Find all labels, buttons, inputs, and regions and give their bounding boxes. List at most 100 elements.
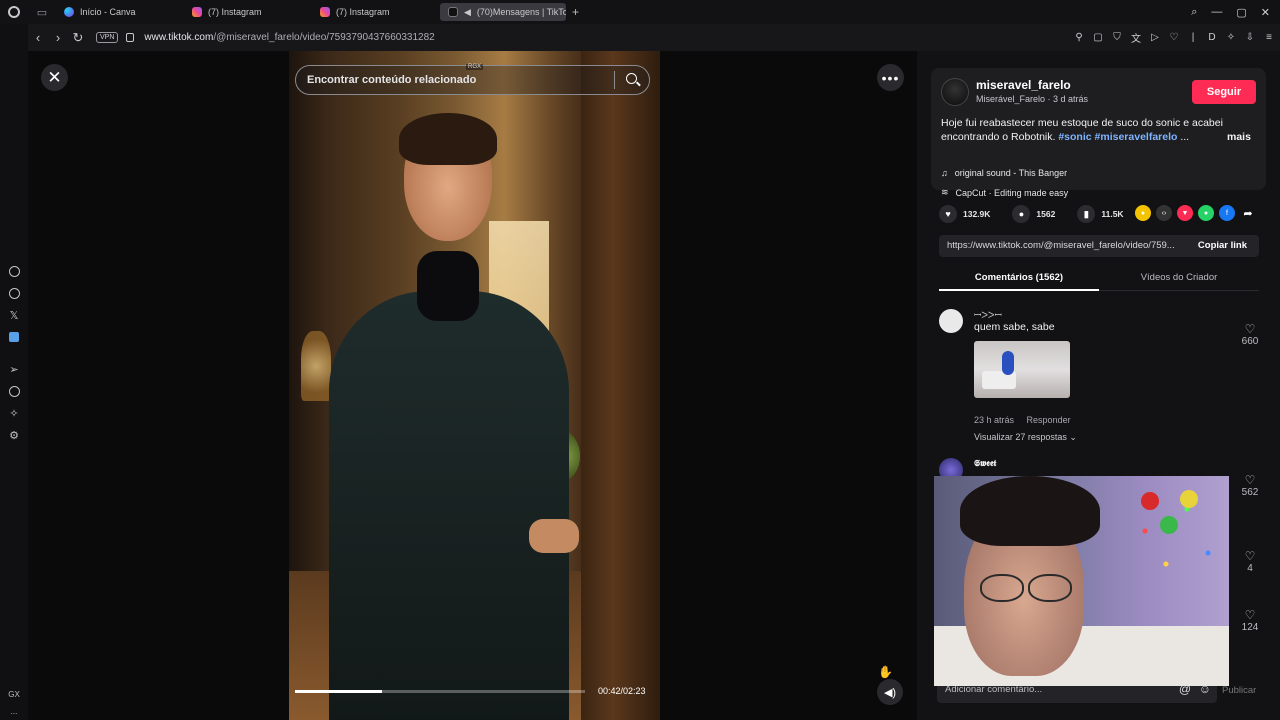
progress-bar[interactable]	[295, 690, 585, 693]
workspaces-icon[interactable]: ▭	[28, 0, 56, 24]
comment-like-count: 660	[1241, 336, 1259, 347]
video-link[interactable]: https://www.tiktok.com/@miseravel_farelo…	[947, 240, 1187, 251]
tab-canva[interactable]: Início - Canva	[56, 3, 184, 21]
tab-tiktok[interactable]: ◀ (70)Mensagens | TikTo	[440, 3, 566, 21]
video-player[interactable]	[289, 51, 660, 720]
opera-logo-icon[interactable]	[0, 0, 28, 24]
sound-row[interactable]: ♫ original sound - This Banger	[941, 168, 1067, 178]
app-icon[interactable]	[0, 326, 28, 348]
vpn-badge[interactable]: VPN	[96, 32, 119, 43]
coin-icon[interactable]: ●	[1135, 205, 1151, 221]
bookmark-icon[interactable]: ▮	[1077, 205, 1096, 223]
download-icon[interactable]: ⇩	[1245, 32, 1255, 43]
sidebar-more-icon[interactable]: ...	[11, 707, 18, 716]
whatsapp-icon[interactable]	[0, 282, 28, 304]
view-replies-button[interactable]: Visualizar 27 respostas ⌄	[974, 432, 1077, 443]
close-video-button[interactable]: ✕	[41, 64, 68, 91]
heart-outline-icon[interactable]: ♡	[1239, 473, 1261, 487]
search-tabs-icon[interactable]: ⌕	[1191, 6, 1197, 19]
heart-outline-icon[interactable]: ♡	[1239, 608, 1261, 622]
send-pink-icon[interactable]: ▼	[1177, 205, 1193, 221]
tab-instagram-1[interactable]: (7) Instagram	[184, 3, 312, 21]
minimize-button[interactable]: —	[1211, 6, 1222, 18]
share-arrow-icon[interactable]: ➦	[1240, 205, 1256, 221]
more-options-button[interactable]: •••	[877, 64, 904, 91]
hashtag-sonic[interactable]: #sonic	[1058, 131, 1091, 143]
shield-icon[interactable]: ⛉	[1112, 32, 1122, 43]
back-icon[interactable]: ‹	[28, 30, 48, 45]
screen: ▭ Início - Canva (7) Instagram (7) Insta…	[0, 0, 1280, 720]
heart-outline-icon[interactable]: ♡	[1239, 322, 1261, 336]
follow-button[interactable]: Seguir	[1192, 80, 1256, 104]
comment-like-count: 4	[1247, 563, 1253, 574]
extensions-icon[interactable]: ✧	[0, 402, 28, 424]
chatgpt-icon[interactable]	[0, 260, 28, 282]
search-icon[interactable]	[626, 73, 637, 84]
capcut-row[interactable]: ≋ CapCut · Editing made easy	[941, 187, 1068, 198]
gx-label[interactable]: GX	[8, 690, 20, 699]
url-field[interactable]: www.tiktok.com/@miseravel_farelo/video/7…	[144, 32, 434, 43]
man-neck	[417, 251, 479, 321]
new-tab-button[interactable]: +	[566, 5, 585, 19]
maximize-button[interactable]: ▢	[1236, 6, 1246, 19]
heart-icon[interactable]: ♡	[1169, 32, 1179, 43]
like-heart-icon[interactable]: ♥	[939, 205, 957, 223]
embed-icon[interactable]: ‹›	[1156, 205, 1172, 221]
d-extension-icon[interactable]: D	[1207, 32, 1217, 43]
translate-icon[interactable]: 文	[1131, 33, 1141, 45]
forward-icon[interactable]: ›	[48, 30, 68, 45]
x-icon[interactable]: 𝕏	[0, 304, 28, 326]
comment-author[interactable]: 𝕾𝖜𝖊𝖊𝖙	[974, 458, 996, 469]
settings-icon[interactable]: ⚙	[0, 424, 28, 446]
related-search-box[interactable]: Encontrar conteúdo relacionado RGX	[295, 64, 650, 95]
comment-like[interactable]: ♡ 124	[1239, 608, 1261, 633]
heart-outline-icon[interactable]: ♡	[1239, 549, 1261, 563]
video-stage: ✕ ••• Encontrar conteúdo relacionado RGX…	[28, 51, 917, 720]
avatar[interactable]	[941, 78, 969, 106]
comment-icon[interactable]: ●	[1012, 205, 1031, 223]
whatsapp-share-icon[interactable]: ●	[1198, 205, 1214, 221]
tiktok-icon	[448, 7, 458, 17]
publish-button[interactable]: Publicar	[1222, 685, 1256, 696]
divider-icon: |	[1191, 32, 1195, 43]
panel-tabs: Comentários (1562) Vídeos do Criador	[939, 267, 1259, 291]
username[interactable]: miseravel_farelo	[976, 78, 1071, 92]
lock-icon[interactable]	[126, 33, 135, 42]
tab-instagram-2[interactable]: (7) Instagram	[312, 3, 440, 21]
comment-image[interactable]	[974, 341, 1070, 398]
link-box: https://www.tiktok.com/@miseravel_farelo…	[939, 235, 1259, 257]
lamp	[301, 331, 331, 401]
more-link[interactable]: mais	[1227, 130, 1251, 144]
speaker-icon[interactable]: ◀	[464, 7, 471, 18]
send-icon[interactable]: ➢	[0, 358, 28, 380]
comment-like[interactable]: ♡ 660	[1239, 322, 1261, 347]
tab-label: (70)Mensagens | TikTo	[476, 7, 566, 17]
play-icon[interactable]: ▷	[1150, 32, 1160, 43]
tab-comments[interactable]: Comentários (1562)	[939, 272, 1099, 283]
comment-author[interactable]: ꟷᐳᐳꟷ	[974, 308, 1002, 321]
reply-button[interactable]: Responder	[1027, 415, 1071, 425]
webcam-overlay	[934, 476, 1229, 686]
comment-like[interactable]: ♡ 562	[1239, 473, 1261, 498]
reload-icon[interactable]: ↻	[68, 30, 88, 46]
hashtag-miseravelfarelo[interactable]: #miseravelfarelo	[1095, 131, 1178, 143]
instagram-icon	[320, 7, 330, 17]
snapshot-icon[interactable]: ▢	[1093, 32, 1103, 43]
window-controls: ⌕ — ▢ ✕	[1191, 0, 1280, 24]
copy-link-button[interactable]: Copiar link	[1198, 240, 1247, 251]
tab-underline	[939, 289, 1099, 291]
facebook-icon[interactable]: f	[1219, 205, 1235, 221]
menu-icon[interactable]: ≡	[1264, 32, 1274, 43]
history-icon[interactable]	[0, 380, 28, 402]
save-count: 11.5K	[1101, 209, 1124, 219]
close-window-button[interactable]: ✕	[1261, 6, 1270, 19]
mouse-cursor-icon: ✋	[878, 665, 893, 679]
comment-avatar[interactable]	[939, 309, 963, 333]
posted-time: 3 d atrás	[1053, 94, 1089, 104]
pin-icon[interactable]: ⚲	[1074, 32, 1084, 43]
comment-like[interactable]: ♡ 4	[1239, 549, 1261, 574]
puzzle-icon[interactable]: ✧	[1226, 32, 1236, 43]
tab-creator-videos[interactable]: Vídeos do Criador	[1099, 272, 1259, 283]
volume-button[interactable]: ◀)	[877, 679, 903, 705]
man-suit	[329, 291, 569, 720]
